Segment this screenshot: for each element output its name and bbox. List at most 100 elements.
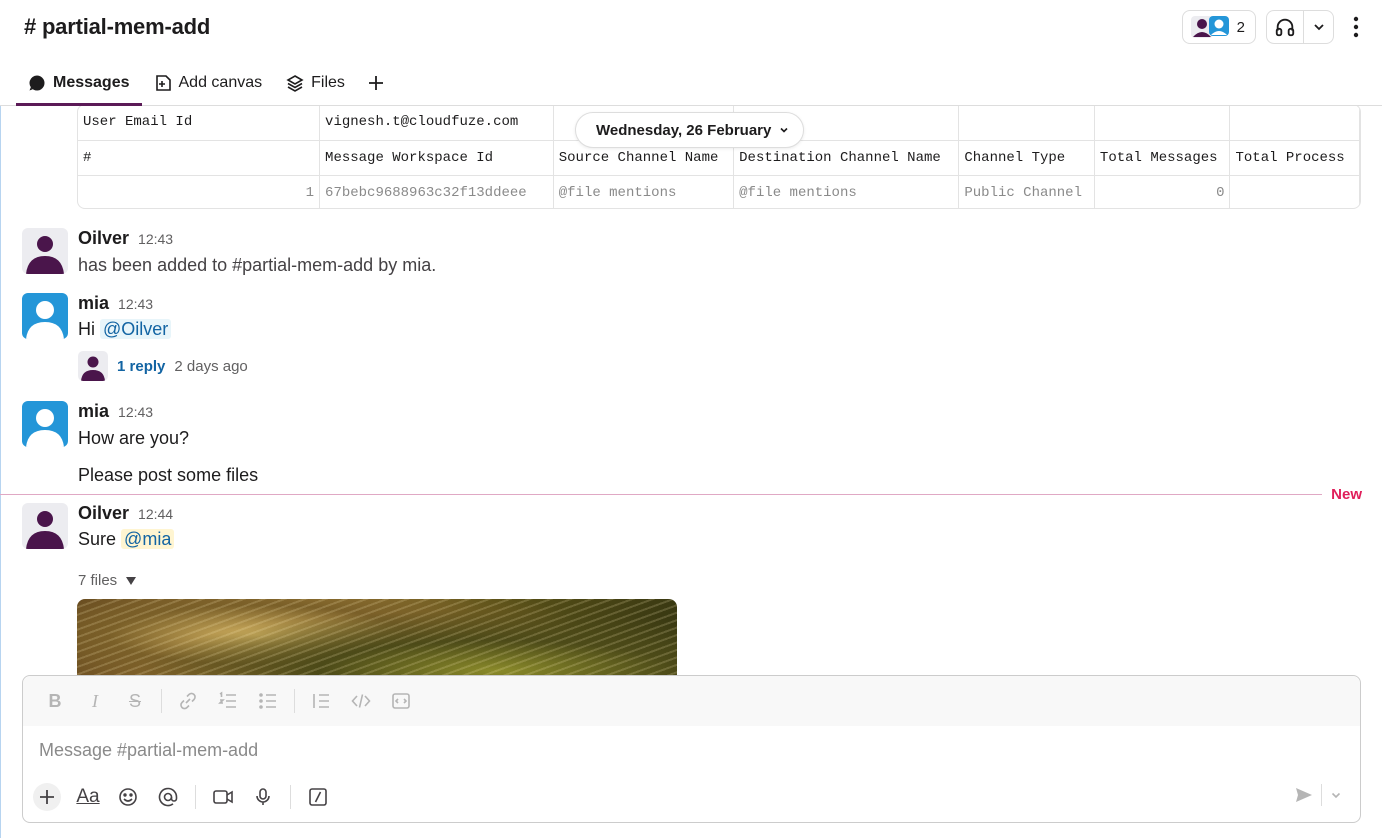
message-text: Please post some files xyxy=(78,465,259,485)
message-timestamp[interactable]: 12:43 xyxy=(118,296,153,312)
file-image-preview[interactable] xyxy=(77,599,677,676)
composer-actions: Aa xyxy=(33,780,335,814)
members-button[interactable]: 2 xyxy=(1181,10,1256,44)
message-text: has been added to #partial-mem-add by mi… xyxy=(78,255,437,275)
code-icon[interactable] xyxy=(343,686,379,716)
add-tab-button[interactable] xyxy=(357,62,395,104)
user-mention[interactable]: @mia xyxy=(121,529,175,549)
table-cell xyxy=(1094,106,1231,141)
blockquote-icon[interactable] xyxy=(303,686,339,716)
channel-title[interactable]: # partial-mem-add xyxy=(24,14,210,40)
avatar[interactable] xyxy=(22,293,68,339)
tab-label: Files xyxy=(311,74,345,91)
header-actions: 2 xyxy=(1181,10,1368,44)
table-header: # xyxy=(78,140,321,176)
sender-name[interactable]: Oilver xyxy=(78,503,129,524)
code-block-icon[interactable] xyxy=(383,686,419,716)
date-divider-button[interactable]: Wednesday, 26 February xyxy=(575,112,805,148)
channel-header: # partial-mem-add 2 Messages Add canvas … xyxy=(0,0,1382,106)
table-row: 1 67bebc9688963c32f13ddeee @file mention… xyxy=(78,175,1360,208)
strikethrough-icon[interactable]: S xyxy=(117,686,153,716)
table-cell: 1 xyxy=(78,175,321,208)
tab-messages[interactable]: Messages xyxy=(16,62,142,106)
message-list[interactable]: User Email Id vignesh.t@cloudfuze.com # … xyxy=(0,106,1382,676)
member-avatars-icon xyxy=(1190,16,1229,38)
message-header: mia 12:43 xyxy=(78,293,153,314)
reply-avatar xyxy=(78,351,108,381)
schedule-chevron-icon[interactable] xyxy=(1322,778,1350,812)
bold-icon[interactable]: B xyxy=(37,686,73,716)
ordered-list-icon[interactable] xyxy=(210,686,246,716)
emoji-icon[interactable] xyxy=(111,780,145,814)
table-header: Total Messages xyxy=(1094,140,1231,176)
send-icon[interactable] xyxy=(1287,778,1321,812)
table-cell: Public Channel xyxy=(958,175,1095,208)
message-text-prefix: Hi xyxy=(78,319,95,339)
attach-plus-button[interactable] xyxy=(33,783,61,811)
mention-icon[interactable] xyxy=(151,780,185,814)
files-count-label: 7 files xyxy=(78,572,118,589)
new-messages-divider xyxy=(0,494,1322,495)
tab-files[interactable]: Files xyxy=(274,62,357,104)
new-messages-label: New xyxy=(1331,486,1362,503)
link-icon[interactable] xyxy=(170,686,206,716)
thread-replies[interactable]: 1 reply 2 days ago xyxy=(78,351,248,381)
message-timestamp[interactable]: 12:44 xyxy=(138,506,173,522)
send-controls xyxy=(1287,778,1350,812)
message-text: How are you? xyxy=(78,428,190,448)
plus-icon xyxy=(368,76,383,90)
huddle-button[interactable] xyxy=(1266,10,1334,44)
caret-down-icon xyxy=(126,576,137,585)
avatar[interactable] xyxy=(22,401,68,447)
message-header: Oilver 12:43 xyxy=(78,228,173,249)
image-texture xyxy=(77,599,677,676)
message-input[interactable]: Message #partial-mem-add xyxy=(39,740,258,761)
bulleted-list-icon[interactable] xyxy=(250,686,286,716)
reply-time: 2 days ago xyxy=(174,357,248,375)
sender-name[interactable]: mia xyxy=(78,401,109,422)
channel-tabs: Messages Add canvas Files xyxy=(16,62,395,106)
user-mention[interactable]: @Oilver xyxy=(100,319,172,339)
tab-label: Messages xyxy=(53,73,130,91)
video-clip-icon[interactable] xyxy=(206,780,240,814)
message-timestamp[interactable]: 12:43 xyxy=(118,404,153,420)
more-options-icon[interactable] xyxy=(1344,10,1368,44)
table-cell: @file mentions xyxy=(553,175,735,208)
table-header: Total Process xyxy=(1229,140,1360,176)
message-text: Sure @mia xyxy=(78,529,175,550)
message-text-prefix: Sure xyxy=(78,529,117,549)
message-header: mia 12:43 xyxy=(78,401,153,422)
table-cell xyxy=(1229,106,1360,141)
sender-name[interactable]: mia xyxy=(78,293,109,314)
message-header: Oilver 12:44 xyxy=(78,503,173,524)
message-text: Hi @Oilver xyxy=(78,319,172,340)
table-header: Message Workspace Id xyxy=(319,140,554,176)
headphones-icon[interactable] xyxy=(1267,10,1303,44)
files-stack-icon xyxy=(286,75,304,92)
message-bubble-icon xyxy=(29,74,45,90)
table-cell: @file mentions xyxy=(733,175,960,208)
toolbar-separator xyxy=(294,689,295,713)
table-cell: User Email Id xyxy=(78,106,321,141)
avatar[interactable] xyxy=(22,503,68,549)
table-cell xyxy=(958,106,1095,141)
message-timestamp[interactable]: 12:43 xyxy=(138,231,173,247)
chevron-down-icon[interactable] xyxy=(1303,10,1333,44)
sender-name[interactable]: Oilver xyxy=(78,228,129,249)
chevron-down-icon xyxy=(780,127,788,133)
slash-command-icon[interactable] xyxy=(301,780,335,814)
toolbar-separator xyxy=(290,785,291,809)
microphone-icon[interactable] xyxy=(246,780,280,814)
text-format-toggle-icon[interactable]: Aa xyxy=(71,780,105,814)
canvas-icon xyxy=(155,75,171,91)
date-divider-label: Wednesday, 26 February xyxy=(596,121,772,139)
tab-add-canvas[interactable]: Add canvas xyxy=(142,62,275,104)
italic-icon[interactable]: I xyxy=(77,686,113,716)
reply-count-link[interactable]: 1 reply xyxy=(117,358,165,375)
plus-icon xyxy=(40,790,54,804)
files-collapse-toggle[interactable]: 7 files xyxy=(78,572,137,589)
formatting-toolbar: B I S xyxy=(23,676,1360,726)
table-cell xyxy=(1229,175,1360,208)
table-header: Channel Type xyxy=(958,140,1095,176)
avatar[interactable] xyxy=(22,228,68,274)
